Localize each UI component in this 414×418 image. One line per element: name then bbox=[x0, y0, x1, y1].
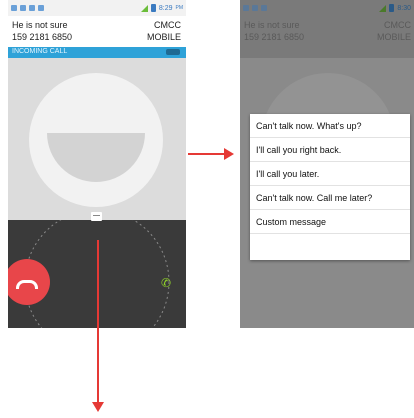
caller-name: He is not sure bbox=[244, 20, 300, 30]
caller-number: 159 2181 6850 bbox=[12, 32, 73, 42]
sim-badge bbox=[166, 49, 180, 55]
quick-reply-item[interactable]: I'll call you right back. bbox=[250, 138, 410, 162]
caller-name: He is not sure bbox=[12, 20, 68, 30]
notification-icon bbox=[29, 5, 35, 11]
arrow-right bbox=[188, 153, 224, 155]
battery-icon bbox=[389, 4, 395, 12]
quick-reply-screen: 8:30 He is not sure 159 2181 6850 CMCC M… bbox=[240, 0, 414, 328]
notification-icon bbox=[38, 5, 44, 11]
line-type-label: MOBILE bbox=[146, 32, 181, 42]
incoming-call-label: INCOMING CALL bbox=[12, 48, 68, 55]
message-icon[interactable] bbox=[91, 212, 102, 221]
notification-icon bbox=[261, 5, 267, 11]
operator-label: CMCC bbox=[154, 20, 181, 30]
operator-label: CMCC bbox=[384, 20, 411, 30]
quick-reply-item[interactable]: Can't talk now. What's up? bbox=[250, 114, 410, 138]
caller-number: 159 2181 6850 bbox=[244, 32, 305, 42]
quick-reply-menu: Can't talk now. What's up? I'll call you… bbox=[250, 114, 410, 260]
avatar bbox=[29, 73, 163, 207]
arrow-down-head bbox=[92, 402, 104, 412]
quick-reply-item[interactable]: I'll call you later. bbox=[250, 162, 410, 186]
signal-icon bbox=[140, 4, 148, 12]
notification-icon bbox=[243, 5, 249, 11]
incoming-call-bar: INCOMING CALL bbox=[8, 47, 186, 58]
arrow-right-head bbox=[224, 148, 234, 160]
caller-info: He is not sure 159 2181 6850 CMCC MOBILE bbox=[8, 16, 186, 47]
status-time: 8:29 bbox=[158, 4, 173, 12]
arrow-down bbox=[97, 240, 99, 404]
avatar-placeholder-shape bbox=[47, 133, 145, 182]
caller-photo-area bbox=[8, 58, 186, 220]
custom-message-item[interactable]: Custom message bbox=[250, 210, 410, 234]
notification-icon bbox=[11, 5, 17, 11]
line-type-label: MOBILE bbox=[376, 32, 411, 42]
status-bar: 8:29 PM bbox=[8, 0, 186, 16]
notification-icon bbox=[252, 5, 258, 11]
end-call-icon bbox=[16, 279, 38, 289]
notification-icon bbox=[20, 5, 26, 11]
battery-icon bbox=[150, 4, 156, 12]
status-ampm: PM bbox=[175, 5, 184, 11]
phone-icon[interactable]: ✆ bbox=[161, 276, 171, 290]
status-bar: 8:30 bbox=[240, 0, 414, 16]
caller-info-dimmed: He is not sure 159 2181 6850 CMCC MOBILE bbox=[240, 16, 414, 58]
quick-reply-item[interactable]: Can't talk now. Call me later? bbox=[250, 186, 410, 210]
signal-icon bbox=[379, 4, 387, 12]
status-time: 8:30 bbox=[397, 4, 411, 12]
